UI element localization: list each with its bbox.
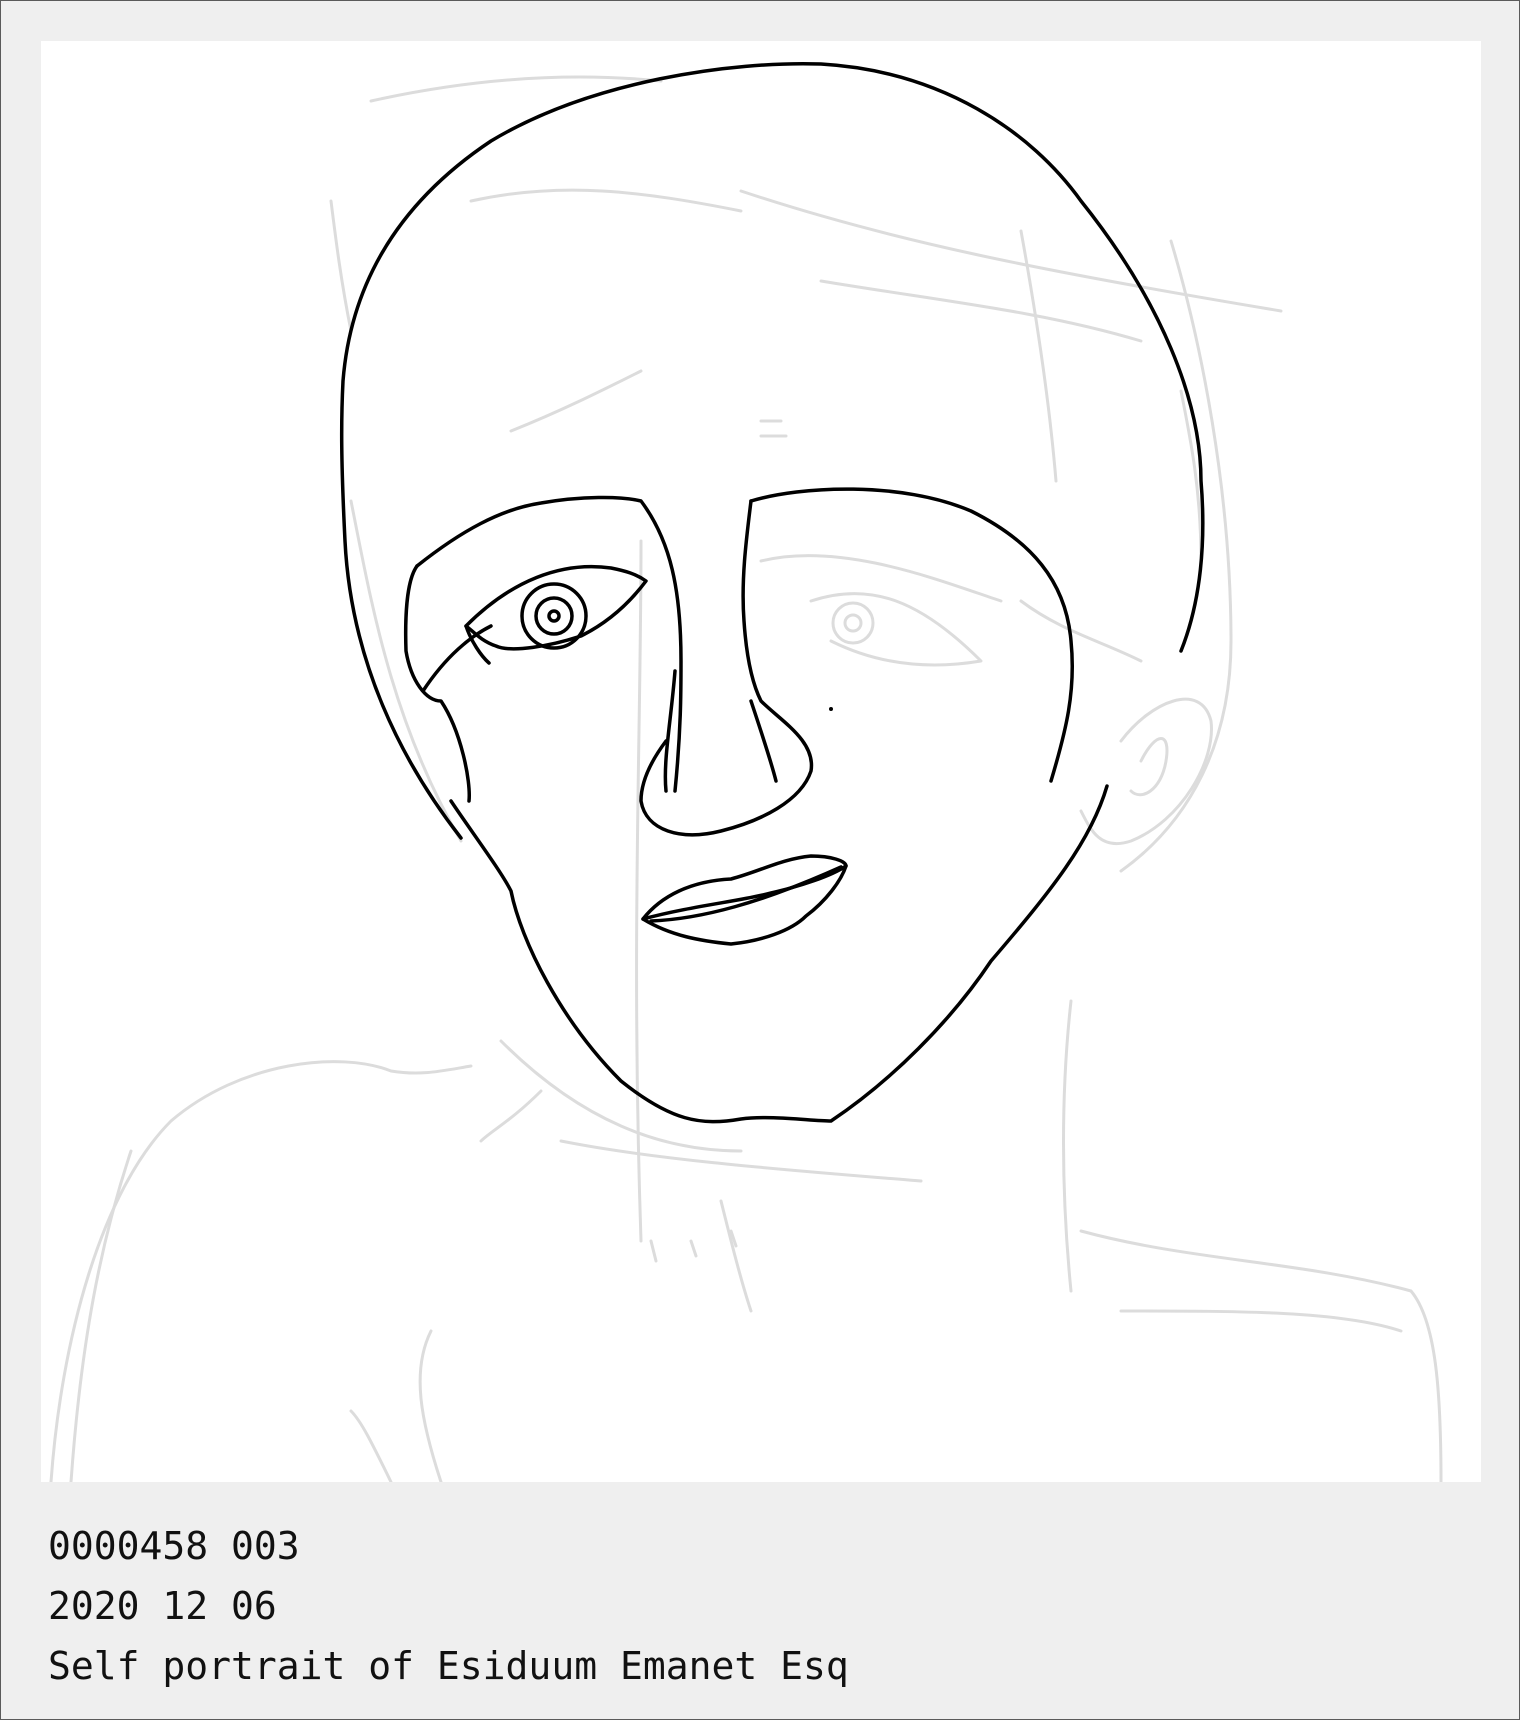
eye-left-outline <box>464 564 648 651</box>
sketch-right-eye <box>809 592 983 667</box>
sketch-layer <box>49 75 1443 1482</box>
drawing-canvas <box>41 41 1481 1482</box>
mole-dot <box>829 707 833 711</box>
caption-id: 0000458 003 <box>48 1524 300 1568</box>
sketch-forehead <box>509 369 643 433</box>
sketch-shoulder-left-2 <box>69 1149 133 1482</box>
sketch-cheek-right <box>1019 599 1143 663</box>
sketch-collar <box>418 1329 443 1482</box>
socket-left-inner <box>403 564 471 803</box>
sketch-ear <box>1079 697 1213 846</box>
caption-title: Self portrait of Esiduum Emanet Esq <box>48 1644 849 1688</box>
caption-block: 0000458 003 2020 12 06 Self portrait of … <box>48 1516 849 1696</box>
sketch-right-pupil <box>843 613 863 633</box>
iris-left <box>520 582 588 650</box>
eye-left-lid <box>464 624 491 665</box>
sketch-strands <box>329 199 1203 563</box>
sketch-collar-2 <box>349 1409 393 1482</box>
sketch-right-iris <box>831 601 875 645</box>
sketch-dashes <box>649 419 788 1263</box>
pupil-left <box>547 609 561 623</box>
sketch-chin-hatch <box>559 1139 923 1183</box>
sketch-shoulder-right <box>1079 1229 1443 1482</box>
ink-layer <box>339 61 1205 1124</box>
nose-bridge-left <box>663 669 677 793</box>
sketch-center-line <box>635 539 643 1243</box>
caption-date: 2020 12 06 <box>48 1584 277 1628</box>
sketch-shoulder-left <box>49 1060 473 1482</box>
sketch-jaw-left <box>349 499 463 843</box>
jaw-outline <box>449 784 1109 1124</box>
sketch-shoulder-right-2 <box>1119 1309 1403 1333</box>
sketch-brow-right <box>759 554 1003 603</box>
sketch-neck-left <box>719 1199 753 1313</box>
head-outline <box>339 61 1205 840</box>
sketch-ear-inner <box>1129 737 1169 797</box>
sketch-head-right <box>1119 239 1233 873</box>
sketch-jaw-guide <box>479 1039 743 1153</box>
cheek-left-line <box>421 624 493 693</box>
portrait-drawing <box>49 61 1443 1482</box>
iris-left-inner <box>534 596 574 636</box>
photo-frame: 0000458 003 2020 12 06 Self portrait of … <box>0 0 1520 1720</box>
sketch-neck-right <box>1062 999 1073 1293</box>
